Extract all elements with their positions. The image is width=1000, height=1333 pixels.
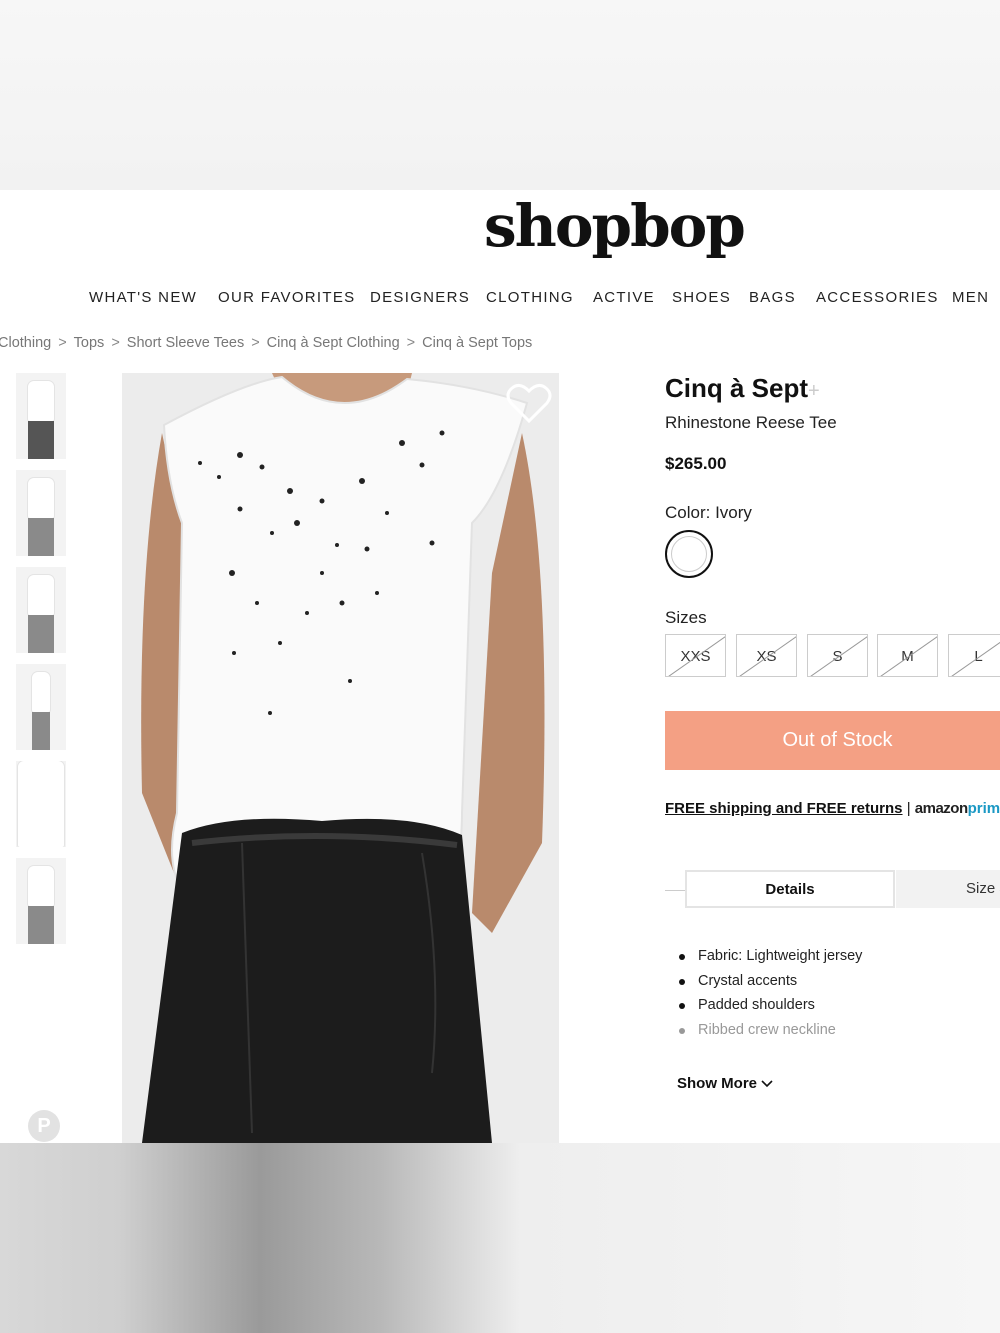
blurred-top-area [0, 0, 1000, 190]
product-tabs: Details Size & [665, 870, 1000, 910]
heart-outline-icon[interactable] [505, 381, 553, 425]
out-of-stock-button[interactable]: Out of Stock [665, 711, 1000, 770]
follow-brand-plus-icon[interactable]: + [808, 380, 820, 402]
chevron-down-icon [761, 1080, 773, 1088]
color-swatch-ivory[interactable] [665, 530, 713, 578]
product-name: Rhinestone Reese Tee [665, 413, 837, 432]
product-thumbnail[interactable] [16, 567, 66, 653]
breadcrumb-item[interactable]: Tops [74, 335, 105, 351]
size-option-s[interactable]: S [807, 634, 868, 677]
breadcrumb-item[interactable]: Clothing [0, 335, 51, 351]
list-item: Padded shoulders [677, 997, 862, 1022]
color-label: Color: Ivory [665, 503, 752, 522]
blurred-bottom-area [0, 1143, 1000, 1333]
shipping-separator: | [906, 800, 911, 817]
breadcrumb-separator: > [111, 335, 120, 351]
nav-active[interactable]: ACTIVE [593, 289, 655, 306]
show-more-button[interactable]: Show More [677, 1075, 773, 1092]
sizes-label: Sizes [665, 608, 707, 627]
breadcrumb: Clothing > Tops > Short Sleeve Tees > Cinq à S… [0, 335, 532, 351]
size-option-xs[interactable]: XS [736, 634, 797, 677]
list-item: Fabric: Lightweight jersey [677, 948, 862, 973]
product-thumbnail[interactable] [16, 664, 66, 750]
show-more-label: Show More [677, 1075, 758, 1092]
model-wearing-tee-image [122, 373, 559, 1143]
breadcrumb-separator: > [406, 335, 416, 351]
product-thumbnail[interactable] [16, 858, 66, 944]
breadcrumb-separator: > [251, 335, 260, 351]
product-thumbnail[interactable] [16, 373, 66, 459]
list-item: Crystal accents [677, 973, 862, 998]
main-product-image[interactable] [122, 373, 559, 1143]
size-option-l[interactable]: L [948, 634, 1000, 677]
breadcrumb-item[interactable]: Cinq à Sept Tops [422, 335, 532, 351]
details-list: Fabric: Lightweight jersey Crystal accen… [677, 948, 862, 1046]
nav-clothing[interactable]: CLOTHING [486, 289, 574, 306]
product-price: $265.00 [665, 454, 727, 473]
product-thumbnail[interactable] [16, 761, 66, 847]
nav-our-favorites[interactable]: OUR FAVORITES [218, 289, 355, 306]
tab-divider [665, 890, 685, 891]
brand-name[interactable]: Cinq à Sept+ [665, 373, 820, 404]
amazon-logo: amazon [914, 800, 968, 817]
breadcrumb-item[interactable]: Cinq à Sept Clothing [267, 335, 400, 351]
breadcrumb-separator: > [58, 335, 67, 351]
thumbnail-strip [16, 373, 66, 955]
free-shipping-link[interactable]: FREE shipping and FREE returns [665, 800, 903, 817]
breadcrumb-item[interactable]: Short Sleeve Tees [127, 335, 244, 351]
brand-label: Cinq à Sept [665, 373, 809, 403]
size-option-m[interactable]: M [877, 634, 938, 677]
product-info-panel: Cinq à Sept+ Rhinestone Reese Tee $265.0… [665, 190, 1000, 1143]
prime-logo: prime [967, 800, 1000, 817]
tab-details[interactable]: Details [685, 870, 895, 908]
nav-designers[interactable]: DESIGNERS [370, 289, 470, 306]
product-page: shopbop WHAT'S NEW OUR FAVORITES DESIGNE… [0, 190, 1000, 1143]
product-thumbnail[interactable] [16, 470, 66, 556]
size-option-xxs[interactable]: XXS [665, 634, 726, 677]
list-item: Ribbed crew neckline [677, 1022, 862, 1047]
tab-size-fit[interactable]: Size & [896, 870, 1000, 908]
nav-whats-new[interactable]: WHAT'S NEW [89, 289, 197, 306]
shipping-info: FREE shipping and FREE returns | amazonp… [665, 800, 1000, 817]
pinterest-icon[interactable]: P [28, 1110, 60, 1142]
